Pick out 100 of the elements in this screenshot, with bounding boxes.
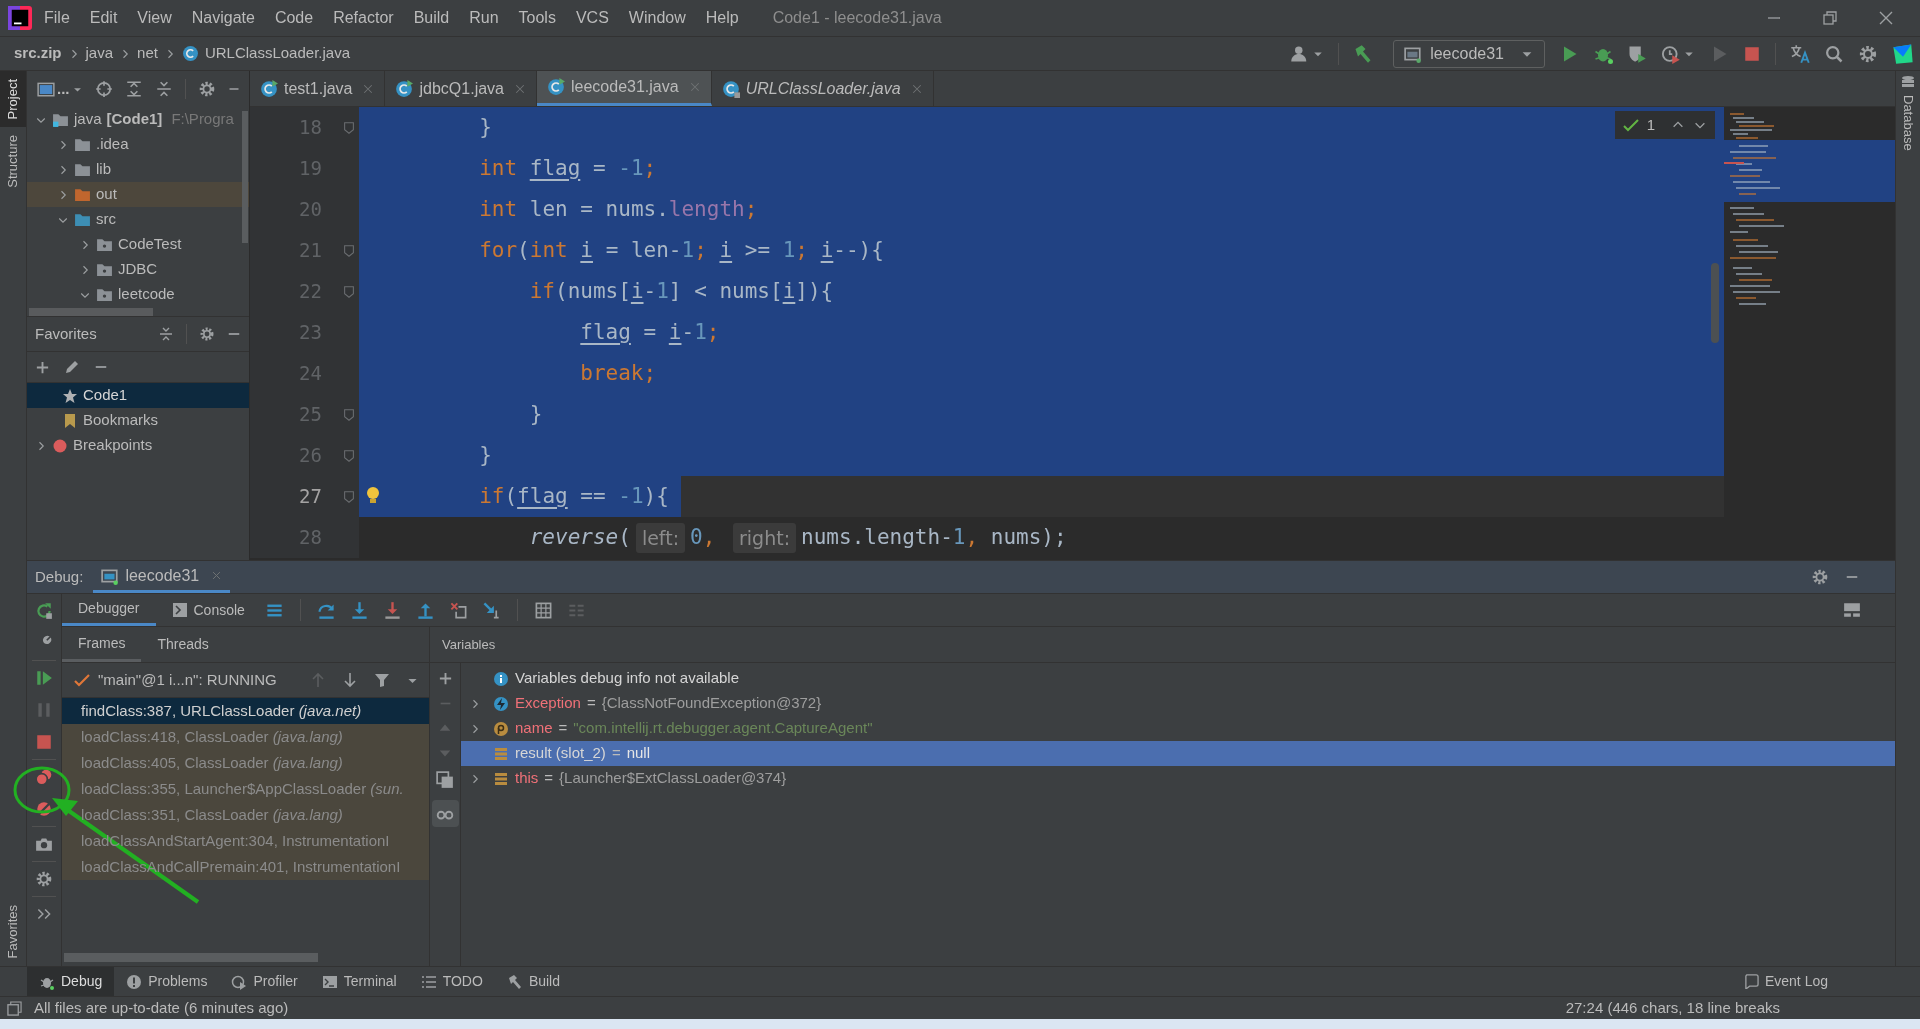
drop-frame-icon[interactable] — [448, 600, 468, 620]
menu-item[interactable]: View — [137, 6, 172, 30]
menu-item[interactable]: Window — [628, 6, 686, 30]
fold-marker-icon[interactable] — [342, 448, 356, 463]
tree-row[interactable]: JDBC — [27, 257, 249, 282]
settings-icon[interactable] — [35, 870, 53, 888]
watches-toggle[interactable] — [431, 800, 459, 827]
favorites-item[interactable]: Bookmarks — [27, 408, 249, 433]
menu-item[interactable]: VCS — [575, 6, 609, 30]
debugger-tab[interactable]: Console — [155, 594, 261, 626]
add-icon[interactable] — [35, 359, 50, 375]
tool-window-tab[interactable]: Project — [0, 71, 26, 128]
run-to-cursor-icon[interactable] — [481, 600, 501, 620]
settings-icon[interactable] — [1858, 43, 1878, 64]
resume-icon[interactable] — [35, 669, 53, 687]
pencil-icon[interactable] — [64, 359, 80, 375]
force-step-into-icon[interactable] — [382, 600, 402, 620]
session-tab[interactable]: leecode31 — [93, 561, 231, 593]
caret-position[interactable]: 27:24 (446 chars, 18 line breaks — [1565, 996, 1780, 1020]
tool-window-tab[interactable]: Profiler — [219, 967, 310, 996]
breadcrumb-item[interactable]: net — [137, 42, 158, 65]
view-selector[interactable]: ... — [37, 77, 83, 101]
tree-row[interactable]: .idea — [27, 132, 249, 157]
run-configuration-dropdown[interactable]: leecode31 — [1393, 39, 1545, 68]
scrollbar-thumb[interactable] — [1711, 263, 1719, 343]
settings-icon[interactable] — [199, 326, 215, 342]
variable-row[interactable]: result (slot_2) = null — [461, 741, 1895, 766]
restore-icon[interactable] — [1822, 10, 1838, 26]
step-out-icon[interactable] — [415, 600, 435, 620]
editor-tab[interactable]: leecode31.java — [537, 71, 712, 106]
favorites-item[interactable]: Breakpoints — [27, 433, 249, 458]
stack-frame[interactable]: findClass:387, URLClassLoader (java.net) — [62, 698, 429, 724]
menu-item[interactable]: Refactor — [333, 6, 394, 30]
arrow-down-icon[interactable] — [342, 672, 358, 688]
editor-tab[interactable]: test1.java — [250, 71, 386, 106]
layout-icon[interactable] — [1843, 601, 1861, 619]
favorites-item[interactable]: Code1 — [27, 383, 249, 408]
step-into-icon[interactable] — [349, 600, 369, 620]
breadcrumb-item[interactable]: java — [85, 42, 114, 65]
frame-icon[interactable] — [7, 1000, 22, 1016]
camera-icon[interactable] — [35, 835, 53, 853]
breadcrumb-item[interactable]: URLClassLoader.java — [204, 42, 350, 65]
stop-icon[interactable] — [1743, 44, 1761, 63]
tool-window-tab[interactable]: Problems — [114, 967, 220, 996]
event-log-button[interactable]: Event Log — [1743, 967, 1828, 996]
breakpoints-icon[interactable] — [35, 768, 53, 786]
fold-marker-icon[interactable] — [342, 284, 356, 299]
lightbulb-icon[interactable] — [365, 486, 381, 506]
table-icon[interactable] — [533, 600, 553, 620]
fold-marker-icon[interactable] — [342, 120, 356, 135]
search-icon[interactable] — [1824, 43, 1844, 64]
tool-window-tab[interactable]: TODO — [408, 967, 495, 996]
fold-marker-icon[interactable] — [342, 243, 356, 258]
scrollbar-thumb[interactable] — [64, 953, 318, 962]
breadcrumb-item[interactable]: src.zip — [14, 42, 62, 65]
tool-window-tab[interactable]: Debug — [27, 967, 115, 996]
tree-row[interactable]: java [Code1] F:\Progra — [27, 107, 249, 132]
inspection-widget[interactable]: 1 — [1614, 111, 1715, 139]
debugger-tab[interactable]: Debugger — [62, 594, 156, 626]
highlighted-tree-row[interactable]: out — [27, 182, 249, 207]
expand-all-icon[interactable] — [124, 80, 143, 98]
settings-icon[interactable] — [197, 80, 216, 98]
menu-item[interactable]: Navigate — [191, 6, 255, 30]
frames-tab[interactable]: Frames — [62, 627, 142, 662]
scrollbar-thumb[interactable] — [29, 308, 153, 316]
tree-row[interactable]: lib — [27, 157, 249, 182]
target-icon[interactable] — [94, 80, 113, 98]
menu-item[interactable]: Edit — [89, 6, 118, 30]
editor-tab[interactable]: URLClassLoader.java — [711, 71, 934, 106]
variable-row[interactable]: this = {Launcher$ExtClassLoader@374} — [461, 766, 1895, 791]
tree-row[interactable]: src — [27, 207, 249, 232]
settings-icon[interactable] — [1811, 568, 1829, 586]
menu-item[interactable]: Run — [469, 6, 499, 30]
add-icon[interactable] — [437, 671, 453, 686]
variable-row[interactable]: Exception = {ClassNotFoundException@372} — [461, 691, 1895, 716]
variable-row[interactable]: name = "com.intellij.rt.debugger.agent.CaptureAgent" — [461, 716, 1895, 741]
stop-icon[interactable] — [35, 733, 53, 751]
close-icon[interactable] — [211, 570, 223, 581]
menu-item[interactable]: File — [44, 6, 70, 30]
copy-icon[interactable] — [436, 771, 454, 789]
collapse-all-icon[interactable] — [154, 80, 173, 98]
filter-icon[interactable] — [374, 672, 390, 688]
plugin-logo-icon[interactable] — [1892, 42, 1914, 65]
tool-window-tab[interactable]: Favorites — [0, 896, 26, 966]
tool-window-tab[interactable]: Structure — [0, 127, 26, 197]
editor-tab[interactable]: jdbcQ1.java — [385, 71, 537, 106]
mute-breakpoints-icon[interactable] — [35, 800, 53, 818]
profile-dropdown[interactable] — [1661, 43, 1695, 64]
close-icon[interactable] — [1878, 10, 1894, 26]
frames-tab[interactable]: Threads — [141, 627, 225, 662]
menu-item[interactable]: Help — [705, 6, 739, 30]
close-icon[interactable] — [514, 82, 526, 95]
close-icon[interactable] — [362, 82, 375, 95]
tree-row[interactable]: CodeTest — [27, 232, 249, 257]
close-icon[interactable] — [910, 82, 923, 95]
menu-item[interactable]: Build — [413, 6, 450, 30]
fold-marker-icon[interactable] — [342, 407, 356, 422]
fold-marker-icon[interactable] — [342, 489, 356, 504]
variable-row[interactable]: Variables debug info not available — [461, 666, 1895, 691]
menu-item[interactable]: Tools — [518, 6, 556, 30]
